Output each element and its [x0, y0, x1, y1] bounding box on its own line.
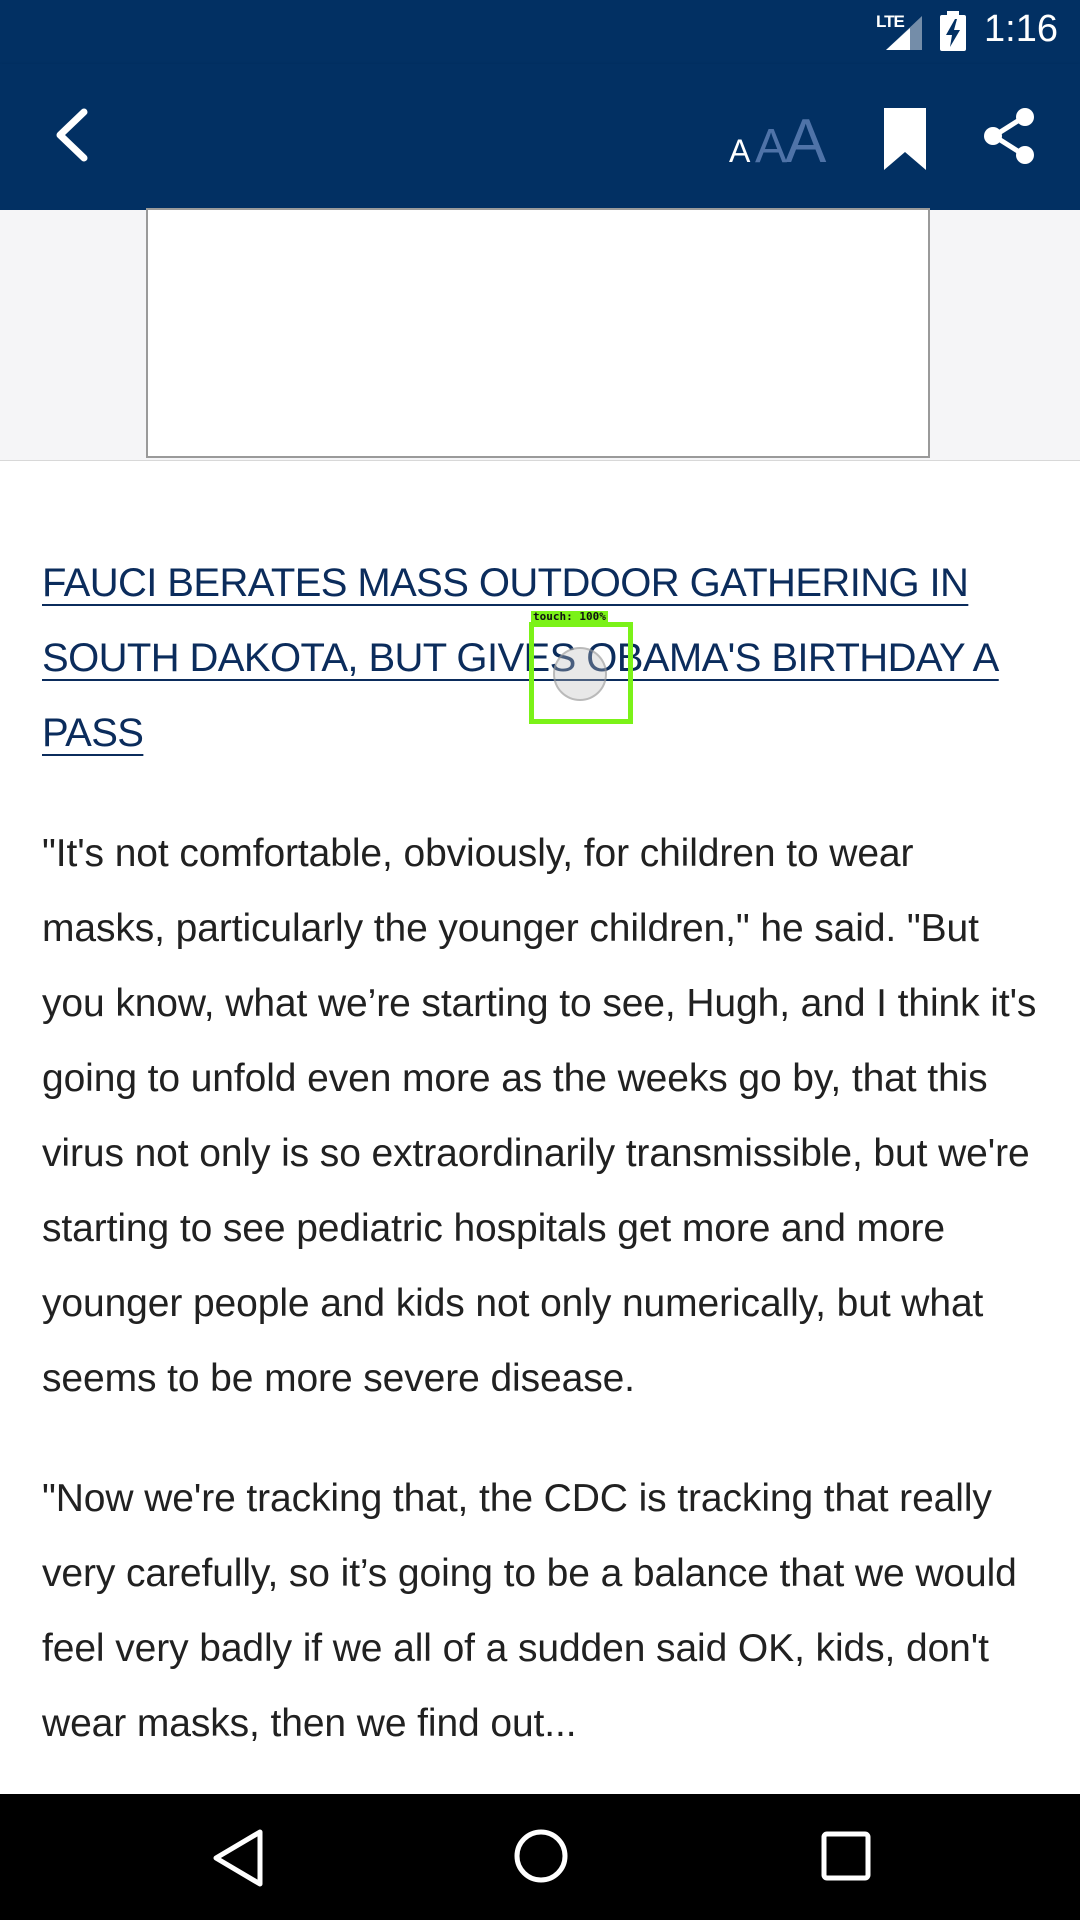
nav-recents-icon[interactable] [820, 1830, 872, 1882]
status-bar: LTE 1:16 [0, 0, 1080, 64]
article-body: FAUCI BERATES MASS OUTDOOR GATHERING IN … [42, 546, 1042, 1761]
share-icon[interactable] [980, 106, 1040, 166]
font-size-button[interactable]: A A A [725, 104, 835, 176]
system-nav-bar [0, 1794, 1080, 1920]
ad-banner-area [0, 208, 1080, 461]
nav-back-icon[interactable] [210, 1828, 266, 1888]
nav-home-icon[interactable] [511, 1826, 571, 1886]
bookmark-icon[interactable] [880, 106, 930, 172]
touch-indicator-label: touch: 100% [531, 610, 608, 623]
article-paragraph-2: "Now we're tracking that, the CDC is tra… [42, 1477, 1017, 1745]
battery-charging-icon [940, 11, 966, 51]
ad-placeholder[interactable] [146, 208, 930, 458]
article-paragraph-1: "It's not comfortable, obviously, for ch… [42, 832, 1037, 1400]
font-size-medium-icon: A [755, 120, 788, 173]
back-arrow-icon[interactable] [40, 100, 110, 170]
font-size-large-icon: A [785, 107, 827, 176]
status-clock: 1:16 [984, 8, 1058, 50]
font-size-small-icon: A [729, 133, 751, 169]
lte-signal-icon [886, 16, 922, 50]
app-toolbar: A A A [0, 64, 1080, 210]
touch-point-circle [553, 647, 607, 701]
